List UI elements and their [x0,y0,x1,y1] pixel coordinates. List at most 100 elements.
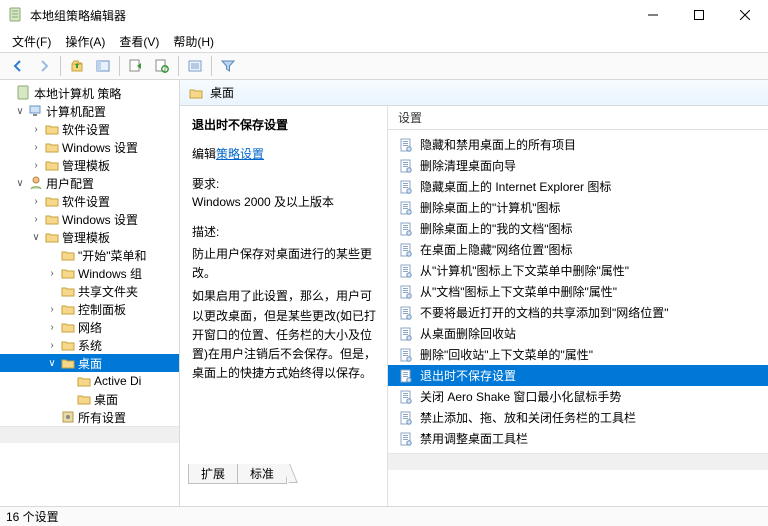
list-item[interactable]: 禁用调整桌面工具栏 [388,428,768,449]
policy-settings-link[interactable]: 策略设置 [216,147,264,161]
policy-item-icon [398,284,414,300]
settings-list-panel: 设置 隐藏和禁用桌面上的所有项目删除清理桌面向导隐藏桌面上的 Internet … [388,106,768,506]
list-item-label: 删除"回收站"上下文菜单的"属性" [420,346,593,363]
tree-system[interactable]: › 系统 [0,336,180,354]
tree-admin-templates[interactable]: › 管理模板 [0,156,180,174]
menu-help[interactable]: 帮助(H) [167,31,220,52]
tree-start-menu[interactable]: "开始"菜单和 [0,246,180,264]
folder-icon [44,121,60,137]
folder-icon [188,85,204,101]
list-item-label: 隐藏和禁用桌面上的所有项目 [420,136,576,153]
tree-windows-settings[interactable]: › Windows 设置 [0,138,180,156]
tree-active-directory[interactable]: Active Di [0,372,180,390]
minimize-button[interactable] [630,0,676,30]
list-item[interactable]: 关闭 Aero Shake 窗口最小化鼠标手势 [388,386,768,407]
tree-user-windows-settings[interactable]: › Windows 设置 [0,210,180,228]
expand-icon[interactable]: › [30,214,42,225]
tree-user-config[interactable]: ∨ 用户配置 [0,174,180,192]
folder-icon [44,193,60,209]
expand-icon[interactable]: ∨ [30,232,42,243]
tree-network[interactable]: › 网络 [0,318,180,336]
list-item[interactable]: 不要将最近打开的文档的共享添加到"网络位置" [388,302,768,323]
tree-all-settings[interactable]: 所有设置 [0,408,180,426]
up-button[interactable] [65,54,89,78]
folder-icon [60,265,76,281]
tree-user-admin-templates[interactable]: ∨ 管理模板 [0,228,180,246]
properties-button[interactable] [183,54,207,78]
folder-icon [44,211,60,227]
refresh-button[interactable] [150,54,174,78]
list-item-label: 不要将最近打开的文档的共享添加到"网络位置" [420,304,669,321]
list-item[interactable]: 删除"回收站"上下文菜单的"属性" [388,344,768,365]
back-button[interactable] [6,54,30,78]
list-horizontal-scrollbar[interactable] [388,453,768,470]
settings-list: 隐藏和禁用桌面上的所有项目删除清理桌面向导隐藏桌面上的 Internet Exp… [388,130,768,453]
tree-desktop[interactable]: ∨ 桌面 [0,354,180,372]
expand-icon[interactable]: ∨ [14,178,26,189]
list-item[interactable]: 退出时不保存设置 [388,365,768,386]
edit-line: 编辑策略设置 [192,145,377,163]
expand-icon[interactable]: ∨ [14,106,26,117]
policy-item-icon [398,263,414,279]
tree-user-software-settings[interactable]: › 软件设置 [0,192,180,210]
policy-item-icon [398,200,414,216]
list-item[interactable]: 从桌面删除回收站 [388,323,768,344]
tree-root[interactable]: 本地计算机 策略 [0,84,180,102]
list-item-label: 从"文档"图标上下文菜单中删除"属性" [420,283,617,300]
toolbar [0,52,768,80]
tree-windows-group[interactable]: › Windows 组 [0,264,180,282]
app-icon [8,7,24,23]
tree-computer-config[interactable]: ∨ 计算机配置 [0,102,180,120]
list-item[interactable]: 从"计算机"图标上下文菜单中删除"属性" [388,260,768,281]
menu-action[interactable]: 操作(A) [59,31,111,52]
computer-icon [28,103,44,119]
expand-icon[interactable]: › [30,124,42,135]
folder-icon [60,247,76,263]
filter-button[interactable] [216,54,240,78]
tab-extended[interactable]: 扩展 [188,464,238,484]
policy-item-icon [398,368,414,384]
menu-bar: 文件(F) 操作(A) 查看(V) 帮助(H) [0,30,768,52]
expand-icon[interactable]: › [46,322,58,333]
tab-standard[interactable]: 标准 [237,464,287,484]
tree-control-panel[interactable]: › 控制面板 [0,300,180,318]
list-item[interactable]: 隐藏桌面上的 Internet Explorer 图标 [388,176,768,197]
tree-software-settings[interactable]: › 软件设置 [0,120,180,138]
menu-view[interactable]: 查看(V) [113,31,165,52]
column-header-setting[interactable]: 设置 [388,106,768,130]
list-item[interactable]: 在桌面上隐藏"网络位置"图标 [388,239,768,260]
tree-pane[interactable]: 本地计算机 策略 ∨ 计算机配置 › 软件设置 › Windows 设置 › 管… [0,80,180,506]
expand-icon[interactable]: › [46,304,58,315]
expand-icon[interactable]: › [30,142,42,153]
list-item[interactable]: 删除桌面上的"计算机"图标 [388,197,768,218]
show-hide-tree-button[interactable] [91,54,115,78]
window-title: 本地组策略编辑器 [30,7,630,24]
maximize-button[interactable] [676,0,722,30]
list-item-label: 删除桌面上的"计算机"图标 [420,199,561,216]
expand-icon[interactable]: ∨ [46,358,58,369]
status-bar: 16 个设置 [0,506,768,526]
export-button[interactable] [124,54,148,78]
list-item[interactable]: 隐藏和禁用桌面上的所有项目 [388,134,768,155]
policy-item-icon [398,389,414,405]
expand-icon[interactable]: › [30,196,42,207]
expand-icon[interactable]: › [30,160,42,171]
list-item-label: 从"计算机"图标上下文菜单中删除"属性" [420,262,629,279]
expand-icon[interactable]: › [46,340,58,351]
menu-file[interactable]: 文件(F) [6,31,57,52]
list-item-label: 删除清理桌面向导 [420,157,516,174]
policy-item-icon [398,221,414,237]
tree-desktop-sub[interactable]: 桌面 [0,390,180,408]
expand-icon[interactable]: › [46,268,58,279]
tree-shared-folders[interactable]: 共享文件夹 [0,282,180,300]
list-item[interactable]: 删除清理桌面向导 [388,155,768,176]
description-panel: 退出时不保存设置 编辑策略设置 要求: Windows 2000 及以上版本 描… [180,106,388,506]
tree-horizontal-scrollbar[interactable] [0,426,179,443]
list-item[interactable]: 删除桌面上的"我的文档"图标 [388,218,768,239]
policy-item-icon [398,326,414,342]
list-item[interactable]: 从"文档"图标上下文菜单中删除"属性" [388,281,768,302]
close-button[interactable] [722,0,768,30]
list-item[interactable]: 禁止添加、拖、放和关闭任务栏的工具栏 [388,407,768,428]
toolbar-separator [119,56,120,76]
forward-button[interactable] [32,54,56,78]
